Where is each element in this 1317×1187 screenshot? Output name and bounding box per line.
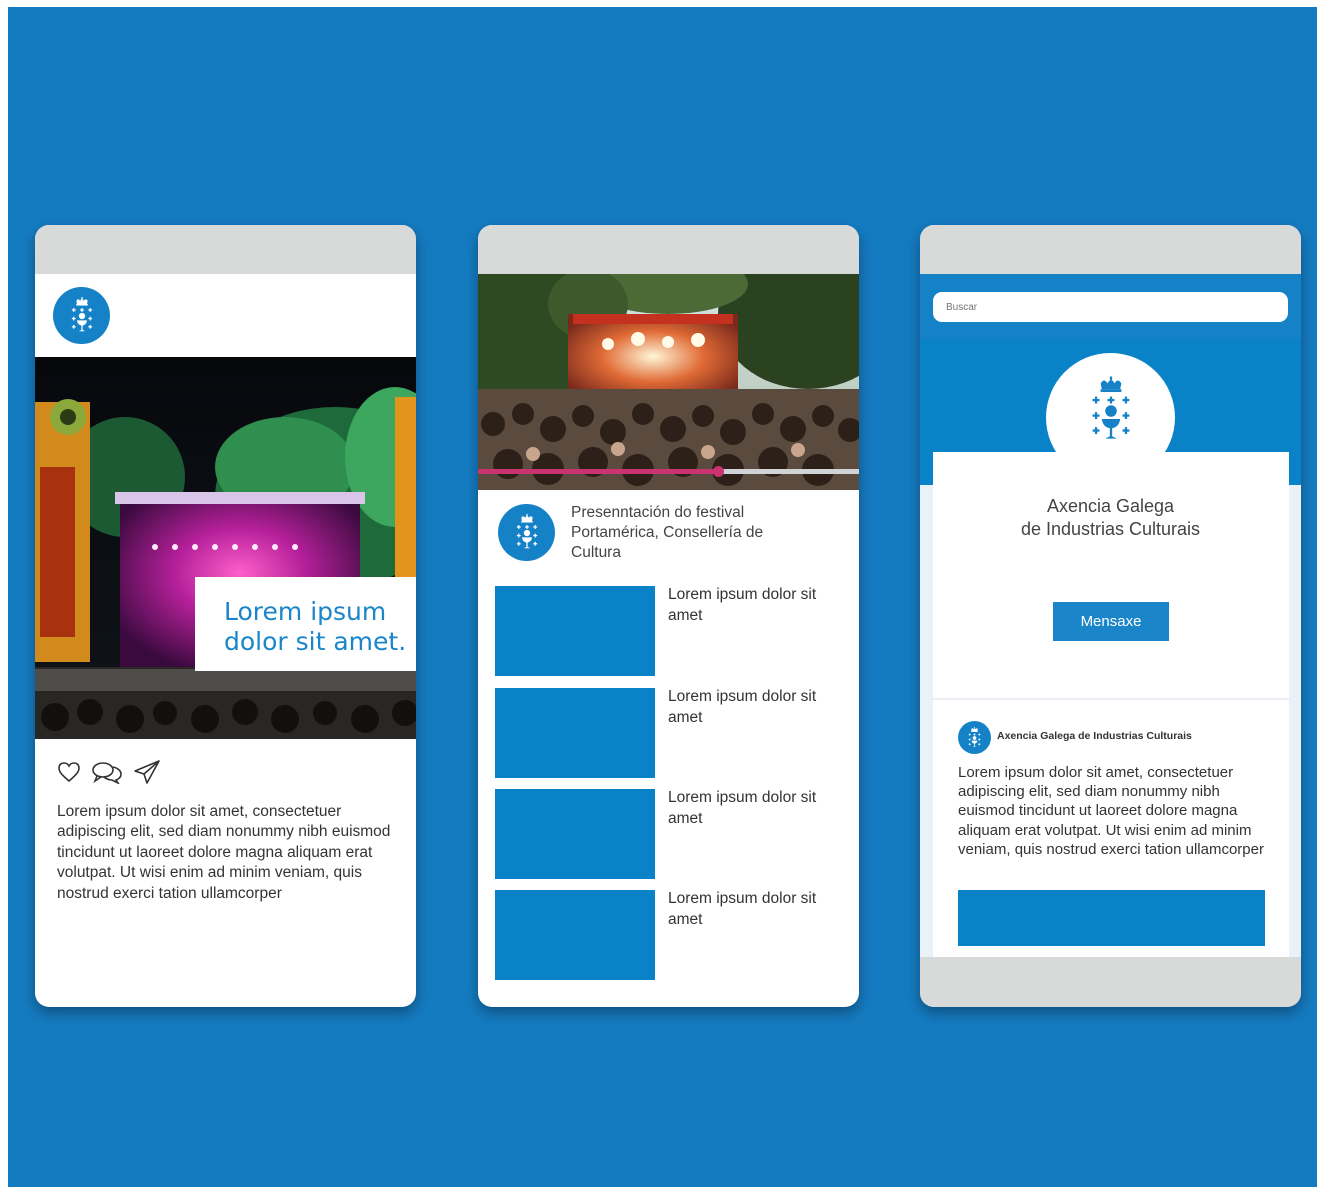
festival-video-thumbnail[interactable] — [478, 274, 859, 490]
profile-avatar[interactable] — [53, 287, 110, 344]
related-video-item[interactable]: Lorem ipsum dolor sit amet — [495, 688, 845, 778]
related-video-title: Lorem ipsum dolor sit amet — [668, 789, 817, 827]
video-title: Presenntación do festival Portamérica, C… — [571, 504, 764, 561]
phone-video-post: Presenntación do festival Portamérica, C… — [478, 225, 859, 1007]
photo-caption: Lorem ipsum dolor sit amet. — [224, 597, 407, 656]
comment-icon[interactable] — [91, 760, 123, 784]
crest-icon — [1088, 376, 1134, 446]
heart-icon[interactable] — [57, 761, 81, 783]
post-author-name[interactable]: Axencia Galega de Industrias Culturais — [997, 730, 1192, 742]
profile-avatar — [1046, 353, 1175, 482]
video-progress-knob[interactable] — [713, 466, 725, 477]
status-bar — [35, 225, 416, 274]
video-progress-bar[interactable] — [478, 466, 859, 477]
send-icon[interactable] — [133, 759, 161, 785]
message-button[interactable]: Mensaxe — [1053, 602, 1169, 641]
phone-profile-page: Axencia Galega de Industrias Culturais M… — [920, 225, 1301, 1007]
related-video-thumbnail — [495, 789, 655, 879]
phone-feed-post: Lorem ipsum dolor sit amet. Lorem ipsum … — [35, 225, 416, 1007]
related-video-title: Lorem ipsum dolor sit amet — [668, 688, 817, 726]
search-input[interactable] — [933, 292, 1288, 322]
post-actions — [57, 759, 161, 785]
status-bar — [920, 225, 1301, 274]
post-text: Lorem ipsum dolor sit amet, consectetuer… — [958, 764, 1264, 858]
related-video-item[interactable]: Lorem ipsum dolor sit amet — [495, 890, 845, 980]
side-gutter-right — [1289, 485, 1301, 957]
divider — [933, 698, 1289, 700]
post-author-avatar[interactable] — [958, 721, 991, 754]
post-text: Lorem ipsum dolor sit amet, consectetuer… — [57, 803, 391, 902]
search-header — [920, 274, 1301, 339]
related-video-item[interactable]: Lorem ipsum dolor sit amet — [495, 789, 845, 879]
related-video-thumbnail — [495, 586, 655, 676]
crest-icon — [514, 514, 540, 552]
related-video-thumbnail — [495, 688, 655, 778]
photo-caption-box: Lorem ipsum dolor sit amet. — [195, 577, 416, 671]
post-media-placeholder[interactable] — [958, 890, 1265, 946]
crest-icon — [69, 297, 95, 335]
related-video-title: Lorem ipsum dolor sit amet — [668, 890, 817, 928]
channel-avatar[interactable] — [498, 504, 555, 561]
video-progress-fill — [478, 469, 719, 474]
profile-name: Axencia Galega de Industrias Culturais — [1020, 496, 1201, 539]
side-gutter-left — [920, 485, 933, 957]
related-video-thumbnail — [495, 890, 655, 980]
crest-icon — [967, 727, 982, 749]
concert-stage-photo — [35, 357, 416, 739]
bottom-bar — [920, 957, 1301, 1007]
related-video-item[interactable]: Lorem ipsum dolor sit amet — [495, 586, 845, 676]
status-bar — [478, 225, 859, 274]
related-video-title: Lorem ipsum dolor sit amet — [668, 586, 817, 624]
